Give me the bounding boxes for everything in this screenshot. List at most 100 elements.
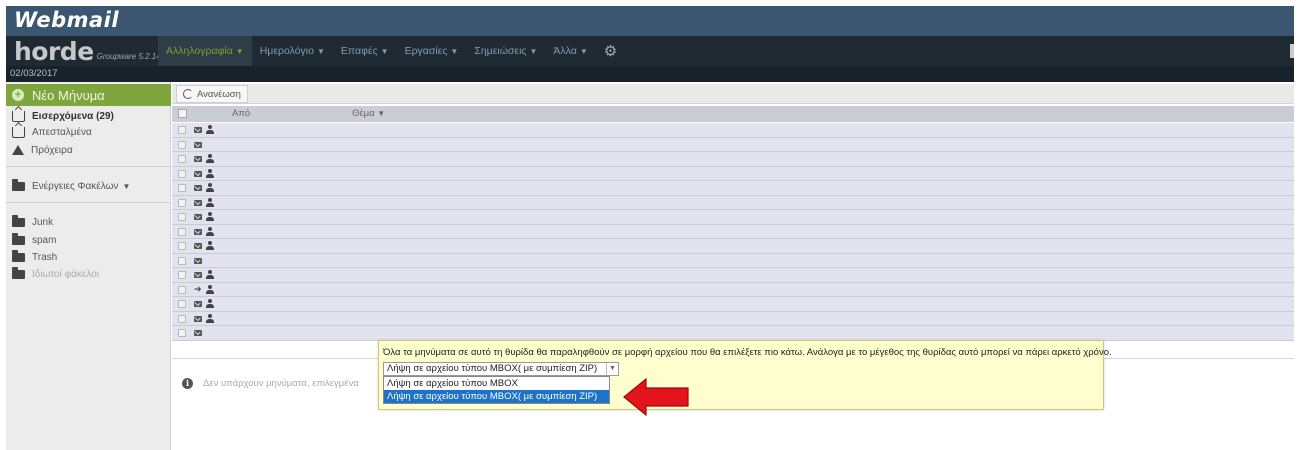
menu-contacts[interactable]: Επαφές ▼	[333, 36, 397, 66]
sidebar-item-label: spam	[32, 234, 57, 246]
forward-icon: ➔	[194, 283, 202, 294]
table-row[interactable]	[172, 195, 1294, 210]
table-row[interactable]	[172, 152, 1294, 167]
current-date: 02/03/2017	[10, 68, 58, 79]
row-checkbox[interactable]	[178, 169, 186, 178]
export-option-mbox[interactable]: Λήψη σε αρχείου τύπου MBOX	[384, 377, 609, 390]
table-row[interactable]	[172, 311, 1294, 326]
user-icon	[206, 212, 214, 222]
row-checkbox[interactable]	[178, 329, 186, 337]
user-icon	[206, 125, 214, 135]
table-row[interactable]: ➔	[172, 282, 1294, 297]
gear-icon[interactable]: ⚙	[596, 42, 625, 60]
row-checkbox[interactable]	[178, 140, 186, 149]
table-row[interactable]	[172, 166, 1294, 181]
row-checkbox[interactable]	[178, 155, 186, 163]
menu-other[interactable]: Άλλα ▼	[545, 36, 595, 66]
envelope-icon	[194, 243, 202, 249]
row-checkbox[interactable]	[178, 184, 186, 192]
user-icon	[206, 183, 214, 193]
sidebar-item-inbox[interactable]: Εισερχόμενα (29)	[6, 108, 171, 124]
menu-notes[interactable]: Σημειώσεις ▼	[466, 36, 545, 66]
table-row[interactable]	[172, 253, 1294, 268]
inbox-icon	[12, 110, 25, 122]
main-navbar: horde Groupware 5.2.14 Αλληλογραφία ▼ Ημε…	[6, 36, 1294, 66]
new-message-button[interactable]: + Νέο Μήνυμα	[6, 84, 171, 106]
menu-tasks[interactable]: Εργασίες ▼	[397, 36, 467, 66]
user-icon	[206, 226, 214, 237]
date-bar: 02/03/2017	[6, 66, 1294, 82]
chevron-down-icon[interactable]: ▼	[606, 363, 618, 375]
row-checkbox[interactable]	[178, 285, 186, 294]
table-row[interactable]	[172, 181, 1294, 196]
table-row[interactable]	[172, 123, 1294, 138]
drafts-icon	[12, 145, 24, 155]
folder-actions-label: Ενέργειες Φακέλων	[32, 180, 119, 192]
export-format-selected: Λήψη σε αρχείου τύπου MBOX( με συμπίεση …	[387, 363, 598, 374]
user-icon	[206, 197, 214, 208]
sidebar-item-junk[interactable]: Junk	[6, 214, 171, 230]
sidebar-item-trash[interactable]: Trash	[6, 249, 171, 265]
export-format-select[interactable]: Λήψη σε αρχείου τύπου MBOX( με συμπίεση …	[383, 362, 619, 376]
menu-notes-label: Σημειώσεις	[474, 45, 527, 57]
table-row[interactable]	[172, 210, 1294, 225]
row-checkbox[interactable]	[178, 314, 186, 323]
sidebar-item-drafts[interactable]: Πρόχειρα	[6, 142, 171, 158]
table-row[interactable]	[172, 239, 1294, 254]
row-checkbox[interactable]	[178, 198, 186, 207]
logo-word: horde	[14, 37, 94, 66]
row-checkbox[interactable]	[178, 213, 186, 221]
column-subject[interactable]: Θέμα ▼	[352, 108, 385, 119]
sidebar-item-sent[interactable]: Απεσταλμένα	[6, 124, 171, 140]
row-checkbox[interactable]	[178, 227, 186, 236]
menu-other-label: Άλλα	[553, 45, 577, 57]
table-row[interactable]	[172, 137, 1294, 152]
chevron-down-icon: ▼	[579, 46, 588, 56]
chevron-down-icon: ▼	[529, 46, 538, 56]
logo-version: Groupware 5.2.14	[96, 52, 161, 61]
no-selection-text: Δεν υπάρχουν μηνύματα, επιλεγμένα	[203, 378, 359, 389]
chevron-down-icon: ▼	[450, 46, 459, 56]
export-option-mbox-zip[interactable]: Λήψη σε αρχείου τύπου MBOX( με συμπίεση …	[384, 390, 609, 403]
table-row[interactable]	[172, 297, 1294, 312]
user-icon	[206, 241, 214, 251]
message-rows: ➔	[172, 123, 1294, 341]
divider	[6, 202, 171, 203]
menu-calendar-label: Ημερολόγιο	[259, 45, 314, 57]
select-all-checkbox[interactable]	[178, 109, 187, 118]
table-row[interactable]	[172, 326, 1294, 341]
row-checkbox[interactable]	[178, 242, 186, 250]
scroll-stub	[1290, 44, 1294, 58]
horde-logo[interactable]: horde Groupware 5.2.14	[14, 37, 161, 65]
menu-tasks-label: Εργασίες	[404, 45, 448, 57]
webmail-brand: Webmail	[14, 8, 120, 32]
column-subject-label: Θέμα	[352, 108, 375, 119]
envelope-icon	[194, 127, 202, 133]
sidebar: + Νέο Μήνυμα Εισερχόμενα (29) Απεσταλμέν…	[6, 82, 171, 450]
sidebar-item-label: Πρόχειρα	[31, 144, 73, 156]
chevron-down-icon: ▼	[122, 181, 131, 191]
no-selection-notice: i Δεν υπάρχουν μηνύματα, επιλεγμένα	[182, 378, 359, 389]
row-checkbox[interactable]	[178, 300, 186, 308]
envelope-icon	[194, 141, 202, 148]
table-row[interactable]	[172, 224, 1294, 239]
column-from[interactable]: Από	[232, 108, 250, 119]
table-row[interactable]	[172, 268, 1294, 283]
sidebar-item-label: Trash	[32, 251, 58, 263]
row-checkbox[interactable]	[178, 256, 186, 265]
folder-icon	[12, 232, 25, 245]
row-checkbox[interactable]	[178, 271, 186, 279]
folder-actions-menu[interactable]: Ενέργειες Φακέλων ▼	[6, 178, 171, 194]
chevron-down-icon: ▼	[235, 46, 244, 56]
user-icon	[206, 299, 214, 309]
sidebar-item-label: Εισερχόμενα (29)	[32, 110, 114, 122]
envelope-icon	[194, 301, 202, 307]
user-icon	[206, 284, 214, 295]
menu-calendar[interactable]: Ημερολόγιο ▼	[252, 36, 333, 66]
row-checkbox[interactable]	[178, 126, 186, 134]
refresh-button[interactable]: Ανανέωση	[176, 85, 248, 103]
menu-mail[interactable]: Αλληλογραφία ▼	[158, 36, 252, 66]
sidebar-item-spam[interactable]: spam	[6, 232, 171, 248]
export-format-options: Λήψη σε αρχείου τύπου MBOX Λήψη σε αρχεί…	[383, 376, 610, 404]
sidebar-item-private-folders[interactable]: Ιδιωτοί φάκελοι	[6, 266, 171, 282]
